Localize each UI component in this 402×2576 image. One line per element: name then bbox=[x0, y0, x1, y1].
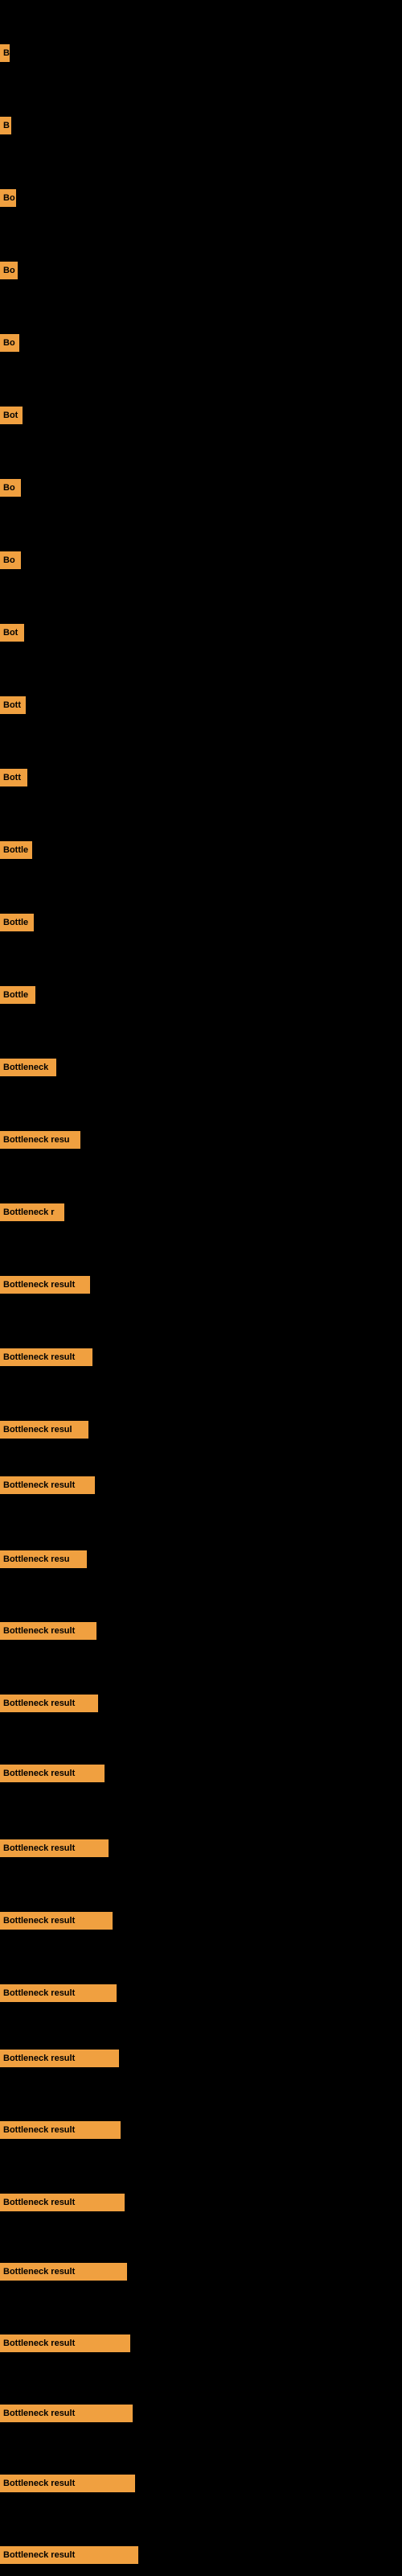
bar-row: Bottleneck result bbox=[0, 1984, 117, 2002]
bar-row: Bo bbox=[0, 189, 16, 207]
bar-label: B bbox=[0, 44, 10, 62]
bar-row: Bottleneck result bbox=[0, 1839, 109, 1857]
bar-label: Bottleneck result bbox=[0, 1912, 113, 1930]
bar-row: Bottleneck result bbox=[0, 1695, 98, 1712]
bar-row: Bottleneck result bbox=[0, 2050, 119, 2067]
bar-row: Bottleneck result bbox=[0, 1476, 95, 1494]
bar-row: Bo bbox=[0, 479, 21, 497]
bar-row: Bottle bbox=[0, 841, 32, 859]
bar-label: Bottleneck result bbox=[0, 2050, 119, 2067]
bar-label: Bot bbox=[0, 407, 23, 424]
bar-label: Bottleneck result bbox=[0, 2263, 127, 2281]
bar-label: Bottleneck result bbox=[0, 1765, 105, 1782]
bar-label: Bottle bbox=[0, 986, 35, 1004]
bar-row: Bottleneck result bbox=[0, 2334, 130, 2352]
bar-row: Bot bbox=[0, 624, 24, 642]
bar-row: Bot bbox=[0, 407, 23, 424]
bar-row: B bbox=[0, 44, 10, 62]
bar-row: Bottleneck resu bbox=[0, 1550, 87, 1568]
bar-label: Bottleneck result bbox=[0, 1348, 92, 1366]
bar-row: Bottleneck result bbox=[0, 2263, 127, 2281]
bar-row: Bottleneck result bbox=[0, 2546, 138, 2564]
bar-label: Bo bbox=[0, 334, 19, 352]
bar-row: Bottleneck result bbox=[0, 2121, 121, 2139]
bar-row: Bottleneck result bbox=[0, 1765, 105, 1782]
bar-label: Bottleneck r bbox=[0, 1203, 64, 1221]
bar-label: Bottleneck bbox=[0, 1059, 56, 1076]
bar-row: Bo bbox=[0, 551, 21, 569]
bar-label: Bottleneck result bbox=[0, 1984, 117, 2002]
bar-label: Bottleneck result bbox=[0, 2121, 121, 2139]
bar-row: Bo bbox=[0, 334, 19, 352]
bar-row: Bottleneck result bbox=[0, 1912, 113, 1930]
bar-label: Bott bbox=[0, 696, 26, 714]
bar-label: Bottleneck result bbox=[0, 1276, 90, 1294]
bar-label: Bottleneck result bbox=[0, 2334, 130, 2352]
bar-label: Bo bbox=[0, 189, 16, 207]
bar-row: Bottleneck bbox=[0, 1059, 56, 1076]
bar-label: Bo bbox=[0, 479, 21, 497]
bar-label: Bottleneck result bbox=[0, 1839, 109, 1857]
bar-label: Bot bbox=[0, 624, 24, 642]
bar-label: Bott bbox=[0, 769, 27, 786]
bar-label: Bottleneck result bbox=[0, 1695, 98, 1712]
bar-label: Bottleneck result bbox=[0, 1622, 96, 1640]
bar-label: Bo bbox=[0, 262, 18, 279]
bar-label: Bottleneck resul bbox=[0, 1421, 88, 1439]
bar-label: Bottleneck result bbox=[0, 2546, 138, 2564]
bar-label: Bottleneck resu bbox=[0, 1131, 80, 1149]
bar-label: Bottleneck result bbox=[0, 2475, 135, 2492]
bar-row: Bottle bbox=[0, 986, 35, 1004]
bar-label: Bottleneck result bbox=[0, 1476, 95, 1494]
bar-label: Bottleneck result bbox=[0, 2194, 125, 2211]
bar-label: Bottle bbox=[0, 841, 32, 859]
bar-label: B bbox=[0, 117, 11, 134]
bar-row: Bottleneck result bbox=[0, 1276, 90, 1294]
site-title-text bbox=[0, 0, 402, 12]
bar-row: Bottleneck result bbox=[0, 1622, 96, 1640]
bar-row: Bott bbox=[0, 769, 27, 786]
bar-row: Bottleneck result bbox=[0, 2405, 133, 2422]
bar-row: Bottleneck result bbox=[0, 2194, 125, 2211]
bar-row: Bottle bbox=[0, 914, 34, 931]
bar-label: Bottleneck result bbox=[0, 2405, 133, 2422]
bar-row: Bo bbox=[0, 262, 18, 279]
bar-label: Bo bbox=[0, 551, 21, 569]
bar-label: Bottleneck resu bbox=[0, 1550, 87, 1568]
bar-row: Bottleneck resu bbox=[0, 1131, 80, 1149]
bar-row: Bottleneck result bbox=[0, 2475, 135, 2492]
bar-row: Bottleneck resul bbox=[0, 1421, 88, 1439]
bar-row: Bott bbox=[0, 696, 26, 714]
bar-label: Bottle bbox=[0, 914, 34, 931]
bar-row: Bottleneck result bbox=[0, 1348, 92, 1366]
bar-row: Bottleneck r bbox=[0, 1203, 64, 1221]
bar-row: B bbox=[0, 117, 11, 134]
